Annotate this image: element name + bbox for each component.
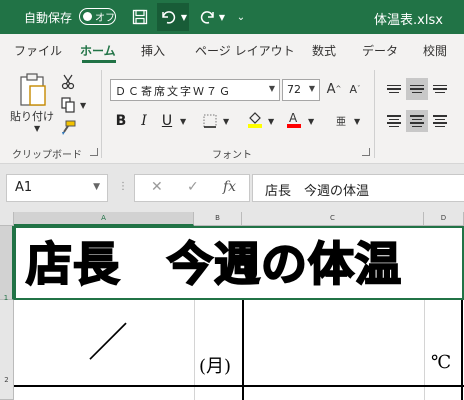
paste-label: 貼り付け: [10, 110, 54, 123]
borders-icon[interactable]: [199, 111, 221, 131]
underline-dropdown-icon[interactable]: ▼: [180, 117, 186, 126]
row-header-1[interactable]: 1: [0, 226, 14, 302]
borders-dropdown-icon[interactable]: ▼: [223, 117, 229, 126]
clipboard-launcher-icon[interactable]: [90, 148, 98, 156]
name-box[interactable]: A1 ▼: [6, 174, 108, 202]
column-header-d[interactable]: D: [424, 212, 464, 226]
customize-qat-icon[interactable]: ⌄: [234, 5, 248, 29]
redo-icon[interactable]: [199, 5, 217, 29]
font-color-dropdown-icon[interactable]: ▼: [308, 117, 314, 126]
font-name-box[interactable]: ＤＣ寄席文字Ｗ７Ｇ ▼: [110, 79, 280, 101]
paste-button[interactable]: [10, 72, 52, 136]
align-bottom-icon[interactable]: [429, 78, 451, 100]
tab-home[interactable]: ホーム: [80, 42, 116, 59]
font-color-icon[interactable]: A: [283, 109, 305, 129]
phonetic-guide-icon[interactable]: 亜: [330, 110, 352, 130]
tab-data[interactable]: データ: [362, 42, 398, 59]
file-name: 体温表.xlsx: [374, 13, 443, 28]
italic-button[interactable]: I: [134, 110, 154, 132]
font-size-value: 72: [287, 83, 301, 96]
tab-page-layout[interactable]: ページ レイアウト: [195, 42, 295, 59]
toggle-knob: [83, 11, 92, 21]
font-name-dropdown-icon[interactable]: ▼: [269, 84, 275, 93]
worksheet-grid: A B C D 1 2 店長 今週の体温 ／ (月) ℃: [0, 212, 464, 400]
cell-d2[interactable]: ℃: [431, 352, 451, 373]
bold-button[interactable]: B: [111, 110, 131, 132]
ribbon-tabs: ファイル ホーム 挿入 ページ レイアウト 数式 データ 校閲: [0, 34, 464, 64]
insert-function-icon[interactable]: fx: [223, 179, 236, 195]
increase-font-size-icon[interactable]: A ^: [323, 79, 345, 99]
clipboard-group-label: クリップボード: [12, 150, 82, 161]
row-header-2[interactable]: 2: [0, 300, 14, 400]
tab-insert[interactable]: 挿入: [141, 42, 165, 59]
column-header-c[interactable]: C: [242, 212, 424, 226]
tab-review[interactable]: 校閲: [423, 42, 447, 59]
cut-icon[interactable]: [57, 72, 79, 92]
underline-button[interactable]: U: [157, 110, 177, 132]
fill-color-icon[interactable]: [244, 109, 266, 129]
name-box-value: A1: [15, 180, 33, 195]
cell-a2[interactable]: ／: [88, 310, 128, 368]
cancel-icon[interactable]: ✕: [151, 179, 163, 195]
tab-formulas[interactable]: 数式: [312, 42, 336, 59]
ribbon: 貼り付け ▼ ▼ クリップボード ＤＣ寄席文字Ｗ７Ｇ ▼ 72 ▼ A ^ Aˇ …: [0, 64, 464, 164]
formula-bar-resize-icon[interactable]: ⋮: [118, 181, 128, 192]
redo-dropdown-icon[interactable]: ▼: [218, 5, 226, 29]
column-header-b[interactable]: B: [194, 212, 242, 226]
font-name-value: ＤＣ寄席文字Ｗ７Ｇ: [115, 85, 232, 98]
name-box-dropdown-icon[interactable]: ▼: [93, 182, 100, 192]
save-icon[interactable]: [130, 5, 150, 29]
decrease-font-size-icon[interactable]: Aˇ: [344, 79, 366, 99]
align-top-icon[interactable]: [383, 78, 405, 100]
group-divider: [101, 70, 102, 158]
select-all-corner[interactable]: [0, 212, 14, 226]
autosave-label: 自動保存: [24, 11, 73, 25]
fill-color-dropdown-icon[interactable]: ▼: [268, 117, 274, 126]
enter-icon[interactable]: ✓: [187, 179, 199, 195]
cell-border: [14, 385, 464, 387]
align-middle-icon[interactable]: [406, 78, 428, 100]
autosave-toggle[interactable]: オフ: [79, 8, 116, 25]
autosave-state: オフ: [95, 13, 115, 24]
paste-dropdown-icon[interactable]: ▼: [34, 124, 40, 133]
formula-bar: A1 ▼ ⋮ ✕ ✓ fx 店長 今週の体温: [0, 164, 464, 212]
font-size-box[interactable]: 72 ▼: [282, 79, 320, 101]
phonetic-dropdown-icon[interactable]: ▼: [354, 117, 360, 126]
align-center-icon[interactable]: [406, 110, 428, 132]
copy-dropdown-icon[interactable]: ▼: [80, 101, 86, 110]
font-group-label: フォント: [212, 150, 252, 161]
align-right-icon[interactable]: [429, 110, 451, 132]
undo-icon[interactable]: [159, 5, 177, 29]
formula-buttons: ✕ ✓ fx: [134, 174, 250, 202]
format-painter-icon[interactable]: [57, 118, 79, 138]
svg-text:A: A: [289, 111, 298, 125]
title-bar: 自動保存 オフ ▼ ▼ ⌄ 体温表.xlsx: [0, 0, 464, 34]
tab-file[interactable]: ファイル: [14, 42, 62, 59]
group-divider: [374, 70, 375, 158]
sheet-title: 店長 今週の体温: [25, 236, 402, 292]
font-launcher-icon[interactable]: [362, 148, 370, 156]
cell-a1[interactable]: 店長 今週の体温: [14, 226, 464, 300]
align-left-icon[interactable]: [383, 110, 405, 132]
font-size-dropdown-icon[interactable]: ▼: [309, 84, 315, 93]
undo-dropdown-icon[interactable]: ▼: [180, 5, 188, 29]
active-tab-indicator: [82, 60, 116, 63]
column-header-a[interactable]: A: [14, 212, 194, 226]
cell-b2[interactable]: (月): [199, 352, 231, 378]
formula-input[interactable]: 店長 今週の体温: [252, 174, 464, 202]
excel-window: 自動保存 オフ ▼ ▼ ⌄ 体温表.xlsx ファイル ホーム 挿入 ページ レ…: [0, 0, 464, 400]
copy-icon[interactable]: [57, 95, 79, 115]
